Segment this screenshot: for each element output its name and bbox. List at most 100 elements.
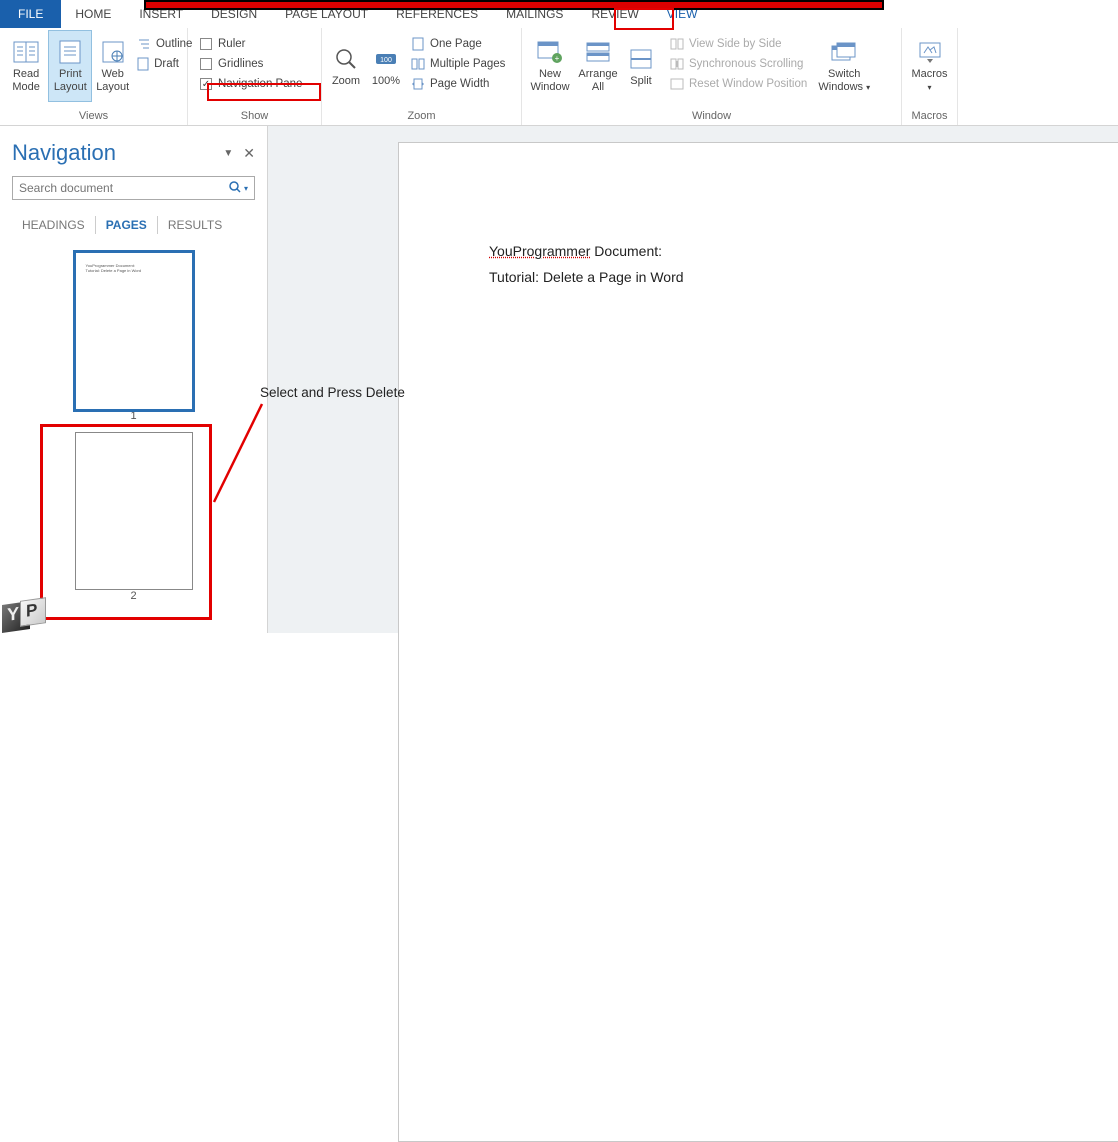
annotation-label: Select and Press Delete [260, 385, 405, 400]
new-window-icon: + [534, 38, 566, 66]
print-layout-icon [54, 38, 86, 66]
macros-group-label: Macros [906, 108, 953, 125]
split-icon [625, 45, 657, 73]
page-width-label: Page Width [430, 78, 489, 90]
ruler-checkbox[interactable]: Ruler [196, 34, 306, 54]
multiple-pages-label: Multiple Pages [430, 58, 505, 70]
views-group-label: Views [4, 108, 183, 125]
navigation-pane-checkbox[interactable]: ✓ Navigation Pane [196, 74, 306, 94]
hundred-percent-button[interactable]: 100 100% [366, 30, 406, 102]
draft-button[interactable]: Draft [133, 54, 183, 74]
tab-home[interactable]: HOME [61, 0, 125, 28]
search-field[interactable] [19, 181, 229, 195]
page-width-button[interactable]: Page Width [406, 74, 509, 94]
sync-scroll-icon [669, 57, 684, 71]
web-layout-label: Web Layout [96, 68, 129, 94]
group-views: Read Mode Print Layout Web Layout Outlin… [0, 28, 188, 125]
macros-label: Macros▾ [911, 68, 947, 94]
side-by-side-label: View Side by Side [689, 38, 781, 50]
yp-logo: YP [2, 589, 44, 631]
gridlines-label: Gridlines [218, 58, 263, 70]
hundred-label: 100% [372, 75, 400, 88]
svg-text:100: 100 [380, 57, 392, 64]
page-width-icon [410, 77, 425, 91]
reset-window-position-button[interactable]: Reset Window Position [665, 74, 811, 94]
macros-button[interactable]: Macros▾ [906, 30, 953, 102]
tab-file[interactable]: FILE [0, 0, 61, 28]
chevron-down-icon: ▾ [927, 83, 931, 92]
arrange-all-button[interactable]: Arrange All [574, 30, 622, 102]
tab-pages[interactable]: PAGES [96, 216, 158, 234]
sync-scroll-label: Synchronous Scrolling [689, 58, 803, 70]
web-layout-icon [97, 38, 129, 66]
search-input[interactable]: ▾ [12, 176, 255, 200]
multiple-pages-button[interactable]: Multiple Pages [406, 54, 509, 74]
page-number-2: 2 [75, 590, 193, 602]
navigation-title: Navigation [12, 140, 116, 166]
new-window-button[interactable]: + New Window [526, 30, 574, 102]
outline-icon [137, 37, 151, 51]
doc-line-1b: Document: [590, 243, 662, 259]
synchronous-scrolling-button[interactable]: Synchronous Scrolling [665, 54, 811, 74]
read-mode-icon [10, 38, 42, 66]
group-show: Ruler Gridlines ✓Navigation Pane Show [188, 28, 322, 125]
page-thumbnail-1[interactable]: YouProgrammer Document:Tutorial: Delete … [75, 252, 193, 410]
gridlines-checkbox[interactable]: Gridlines [196, 54, 306, 74]
zoom-button[interactable]: Zoom [326, 30, 366, 102]
ruler-label: Ruler [218, 38, 245, 50]
print-layout-button[interactable]: Print Layout [48, 30, 92, 102]
chevron-down-icon: ▾ [866, 83, 870, 92]
close-icon[interactable]: ✕ [243, 145, 255, 162]
svg-text:+: + [555, 54, 560, 63]
arrange-all-icon [582, 38, 614, 66]
switch-windows-button[interactable]: Switch Windows ▾ [816, 30, 872, 102]
multiple-pages-icon [410, 57, 425, 71]
checkbox-icon [200, 58, 212, 70]
group-zoom: Zoom 100 100% One Page Multiple Pages Pa… [322, 28, 522, 125]
read-mode-button[interactable]: Read Mode [4, 30, 48, 102]
zoom-group-label: Zoom [326, 108, 517, 125]
document-area[interactable]: YouProgrammer Document: Tutorial: Delete… [268, 126, 1118, 633]
one-page-icon [410, 37, 425, 51]
doc-line-2: Tutorial: Delete a Page in Word [489, 269, 1087, 285]
document-page[interactable]: YouProgrammer Document: Tutorial: Delete… [398, 142, 1118, 1142]
outline-label: Outline [156, 38, 192, 50]
arrange-all-label: Arrange All [578, 68, 617, 94]
tab-results[interactable]: RESULTS [158, 216, 232, 234]
print-layout-label: Print Layout [54, 68, 87, 94]
view-side-by-side-button[interactable]: View Side by Side [665, 34, 811, 54]
split-button[interactable]: Split [622, 30, 660, 102]
page-number-1: 1 [75, 410, 193, 422]
switch-windows-label: Switch Windows ▾ [818, 68, 870, 94]
window-group-label: Window [526, 108, 897, 125]
macros-icon [914, 38, 946, 66]
outline-button[interactable]: Outline [133, 34, 183, 54]
tab-headings[interactable]: HEADINGS [12, 216, 96, 234]
zoom-label: Zoom [332, 75, 360, 88]
navigation-tabs: HEADINGS PAGES RESULTS [12, 216, 255, 234]
chevron-down-icon[interactable]: ▼ [223, 148, 233, 159]
checkbox-icon [200, 38, 212, 50]
switch-windows-icon [828, 38, 860, 66]
zoom-icon [330, 45, 362, 73]
search-icon[interactable] [229, 181, 241, 196]
web-layout-button[interactable]: Web Layout [92, 30, 133, 102]
read-mode-label: Read Mode [12, 68, 40, 94]
page-thumbnail-2[interactable] [75, 432, 193, 590]
one-page-button[interactable]: One Page [406, 34, 509, 54]
hundred-icon: 100 [370, 45, 402, 73]
side-by-side-icon [669, 37, 684, 51]
split-label: Split [630, 75, 651, 88]
title-bar-highlight [144, 0, 884, 10]
chevron-down-icon[interactable]: ▾ [244, 184, 248, 193]
ribbon: Read Mode Print Layout Web Layout Outlin… [0, 28, 1118, 126]
one-page-label: One Page [430, 38, 482, 50]
workspace: Navigation ▼ ✕ ▾ HEADINGS PAGES RESULTS … [0, 126, 1118, 633]
reset-pos-icon [669, 77, 684, 91]
navigation-pane-label: Navigation Pane [218, 78, 302, 90]
checkbox-icon: ✓ [200, 78, 212, 90]
draft-icon [137, 57, 149, 71]
group-window: + New Window Arrange All Split View Side… [522, 28, 902, 125]
new-window-label: New Window [530, 68, 569, 94]
navigation-panel: Navigation ▼ ✕ ▾ HEADINGS PAGES RESULTS … [0, 126, 268, 633]
